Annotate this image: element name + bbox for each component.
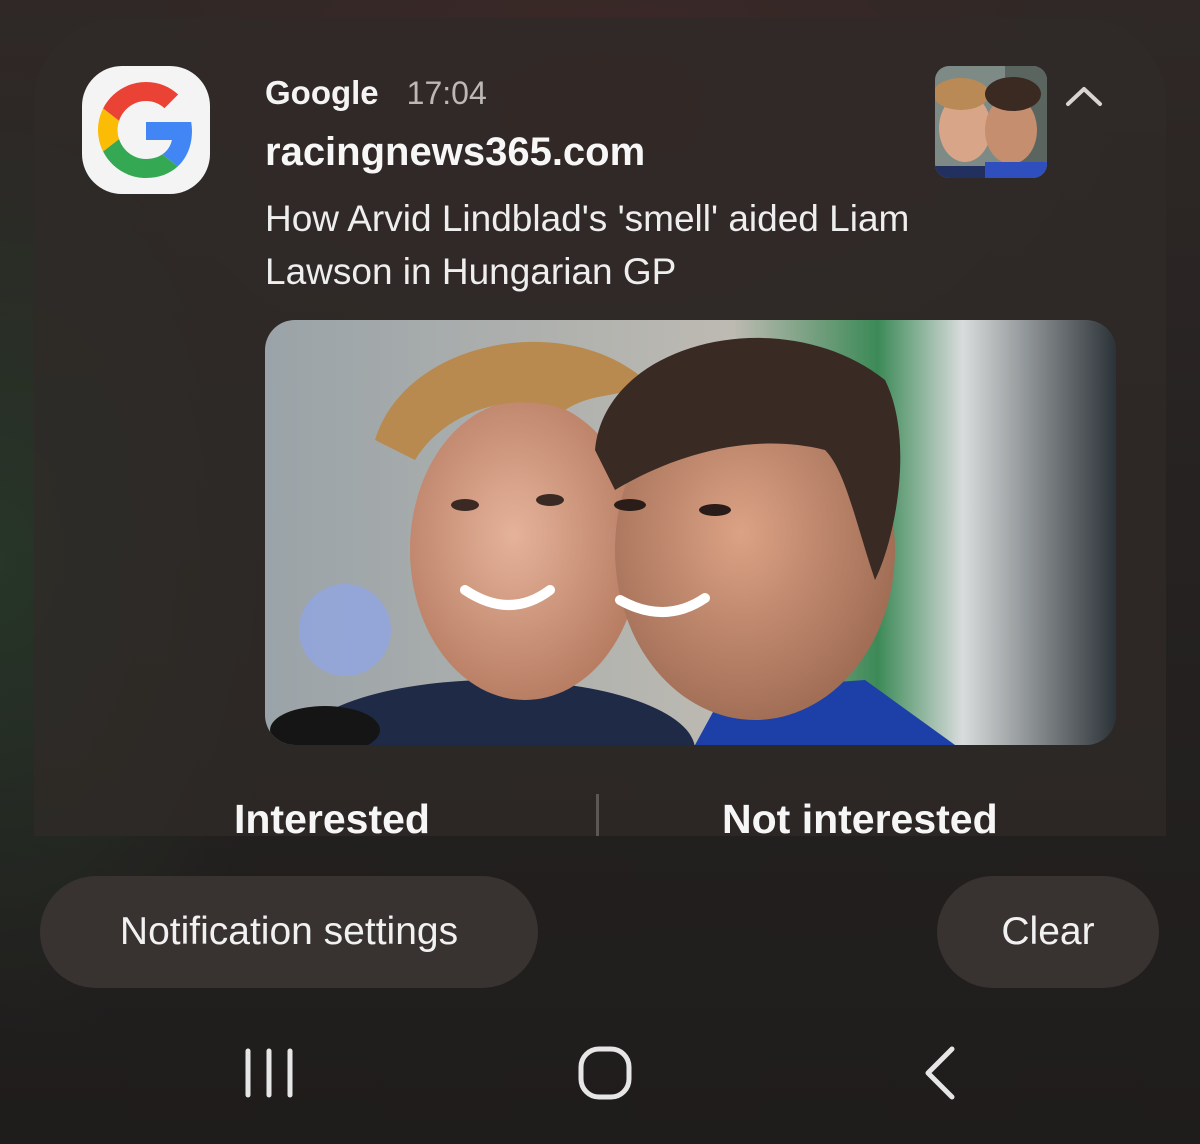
action-divider bbox=[596, 794, 599, 836]
notification-headline[interactable]: How Arvid Lindblad's 'smell' aided Liam … bbox=[265, 192, 1025, 298]
home-icon bbox=[578, 1046, 632, 1100]
notification-time: 17:04 bbox=[406, 75, 487, 111]
home-button[interactable] bbox=[560, 1038, 650, 1108]
chevron-up-icon bbox=[1066, 87, 1102, 106]
article-thumbnail bbox=[935, 66, 1047, 178]
collapse-button[interactable] bbox=[1062, 74, 1106, 118]
notification-settings-button[interactable]: Notification settings bbox=[40, 876, 538, 988]
interested-button[interactable]: Interested bbox=[234, 796, 430, 836]
recents-button[interactable] bbox=[224, 1038, 314, 1108]
back-icon bbox=[925, 1046, 955, 1100]
clear-button[interactable]: Clear bbox=[937, 876, 1159, 988]
not-interested-button[interactable]: Not interested bbox=[722, 796, 998, 836]
notification-card[interactable]: Google 17:04 racingnews365.com How Arvid… bbox=[34, 18, 1166, 836]
navigation-bar bbox=[0, 1020, 1200, 1130]
google-g-icon bbox=[98, 82, 192, 178]
back-button[interactable] bbox=[896, 1038, 986, 1108]
article-image[interactable] bbox=[265, 320, 1116, 745]
recents-icon bbox=[245, 1048, 293, 1098]
app-name: Google bbox=[265, 74, 379, 111]
notification-source: racingnews365.com bbox=[265, 130, 646, 174]
google-app-icon bbox=[82, 66, 210, 194]
